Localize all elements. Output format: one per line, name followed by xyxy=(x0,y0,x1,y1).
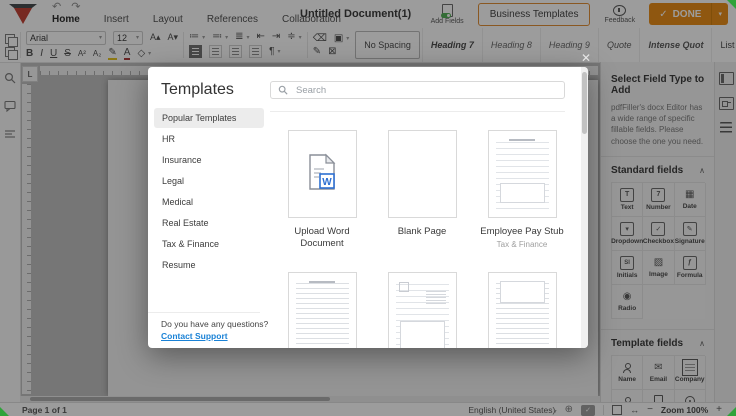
app-window: ↶ ↷ Home Insert Layout References Collab… xyxy=(0,0,736,416)
template-card-employee-pay-stub[interactable]: Employee Pay Stub Tax & Finance xyxy=(472,130,572,249)
modal-scrollbar[interactable] xyxy=(581,67,588,348)
category-medical[interactable]: Medical xyxy=(154,192,264,212)
template-card[interactable] xyxy=(472,272,572,348)
template-card[interactable] xyxy=(272,272,372,348)
category-tax-finance[interactable]: Tax & Finance xyxy=(154,234,264,254)
paystub-preview xyxy=(496,137,549,211)
blank-page-preview xyxy=(388,130,457,218)
window-corner xyxy=(0,407,9,416)
window-corner xyxy=(727,0,736,9)
contact-support-link[interactable]: Contact Support xyxy=(161,331,228,341)
templates-category-panel: Templates Popular Templates HR Insurance… xyxy=(148,67,270,348)
templates-content-panel: W Upload Word Document Blank Page Employ… xyxy=(270,67,580,348)
svg-text:W: W xyxy=(322,177,332,188)
search-icon xyxy=(278,85,288,95)
template-card-upload-word[interactable]: W Upload Word Document xyxy=(272,130,372,251)
modal-scrollbar-thumb[interactable] xyxy=(582,72,587,134)
category-resume[interactable]: Resume xyxy=(154,255,264,275)
template-card-blank-page[interactable]: Blank Page xyxy=(372,130,472,238)
invoice-document-preview xyxy=(396,279,449,348)
category-insurance[interactable]: Insurance xyxy=(154,150,264,170)
modal-title: Templates xyxy=(161,81,234,99)
category-real-estate[interactable]: Real Estate xyxy=(154,213,264,233)
category-hr[interactable]: HR xyxy=(154,129,264,149)
close-icon[interactable]: ✕ xyxy=(578,50,594,66)
templates-modal: Templates Popular Templates HR Insurance… xyxy=(148,67,588,348)
form-document-preview xyxy=(496,279,549,348)
word-upload-icon: W xyxy=(305,153,339,193)
template-search-box[interactable] xyxy=(270,81,565,99)
window-corner xyxy=(727,407,736,416)
search-input[interactable] xyxy=(294,84,557,97)
template-card[interactable] xyxy=(372,272,472,348)
support-question: Do you have any questions? xyxy=(161,319,268,329)
contract-document-preview xyxy=(296,279,349,348)
category-popular-templates[interactable]: Popular Templates xyxy=(154,108,264,128)
category-legal[interactable]: Legal xyxy=(154,171,264,191)
